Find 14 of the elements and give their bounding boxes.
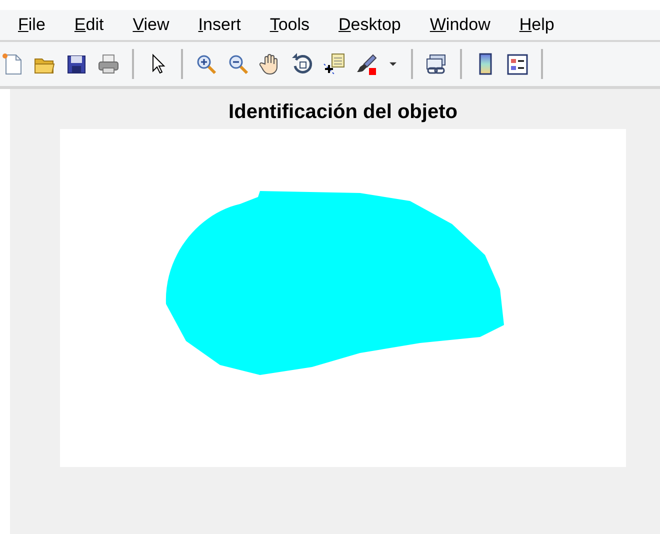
menu-item[interactable]: Insert xyxy=(198,15,241,35)
menu-item[interactable]: Edit xyxy=(74,15,104,35)
printer-icon[interactable] xyxy=(96,52,121,76)
menu-item[interactable]: Tools xyxy=(270,15,310,35)
data-cursor-icon[interactable] xyxy=(322,52,347,76)
brush-icon[interactable] xyxy=(354,52,379,76)
menu-item[interactable]: View xyxy=(132,15,170,35)
legend-icon[interactable] xyxy=(505,52,530,76)
menu-item[interactable]: Window xyxy=(430,15,490,35)
menu-item[interactable]: Desktop xyxy=(338,15,401,35)
plot-title: Identificación del objeto xyxy=(228,101,458,124)
menu-item[interactable]: Help xyxy=(519,15,554,35)
menu-item[interactable]: File xyxy=(18,15,46,35)
rotate-icon[interactable] xyxy=(290,52,315,76)
